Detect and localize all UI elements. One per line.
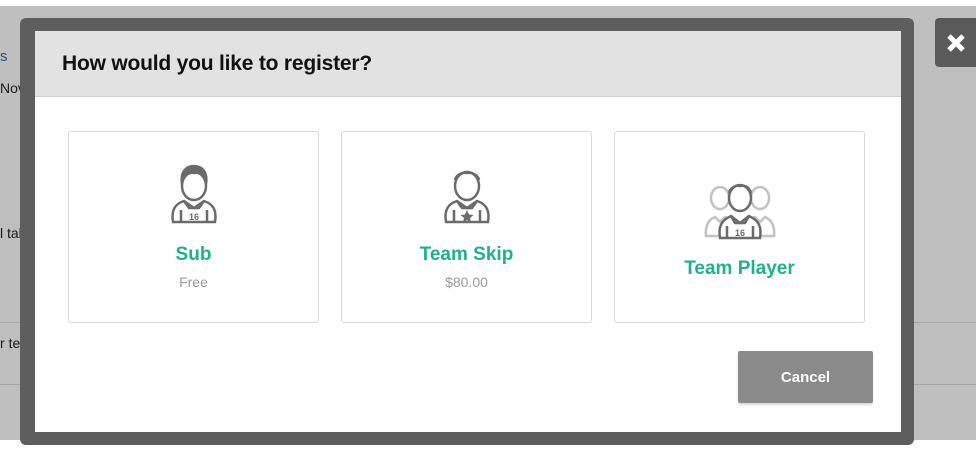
option-price: $80.00 (445, 274, 488, 290)
option-title: Team Player (684, 258, 795, 279)
option-title: Team Skip (419, 244, 514, 265)
team-players-icon: 16 (700, 176, 780, 242)
close-icon (946, 33, 965, 52)
player-star-icon (432, 158, 502, 228)
register-modal: How would you like to register? 16 Sub F… (35, 31, 901, 432)
jersey-number: 16 (188, 212, 198, 222)
player-number-icon: 16 (159, 158, 229, 228)
option-price: Free (179, 274, 208, 290)
close-button[interactable] (935, 18, 976, 67)
modal-title: How would you like to register? (62, 52, 372, 75)
modal-header: How would you like to register? (35, 31, 901, 97)
option-sub[interactable]: 16 Sub Free (68, 131, 319, 323)
cancel-button[interactable]: Cancel (738, 351, 873, 403)
option-title: Sub (175, 244, 212, 265)
option-team-player[interactable]: 16 Team Player (614, 131, 865, 323)
option-team-skip[interactable]: Team Skip $80.00 (341, 131, 592, 323)
jersey-number: 16 (734, 228, 744, 238)
